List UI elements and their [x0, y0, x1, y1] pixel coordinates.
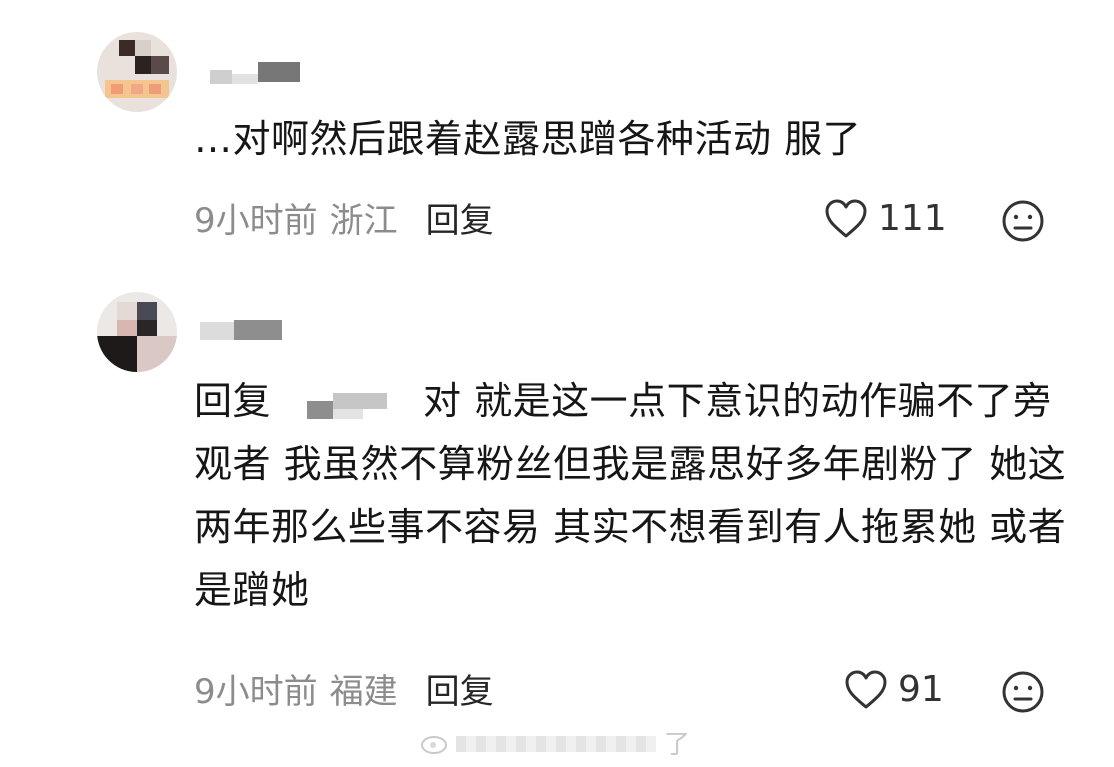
user-avatar[interactable] [97, 32, 177, 112]
user-avatar[interactable] [97, 292, 177, 372]
like-button[interactable]: 91 [844, 669, 944, 710]
comment-item: 回复对 就是这一点下意识的动作骗不了旁观者 我虽然不算粉丝但我是露思好多年剧粉了… [0, 280, 1114, 730]
reply-button[interactable]: 回复 [426, 672, 494, 712]
reply-button[interactable]: 回复 [426, 201, 494, 241]
heart-icon [845, 670, 887, 708]
replied-user-redacted[interactable] [307, 389, 388, 419]
watermark: 了 [420, 728, 690, 760]
comment-meta: 9小时前 福建 回复 [194, 672, 494, 712]
username-redacted[interactable] [210, 58, 300, 88]
comment-time: 9小时前 [194, 672, 318, 712]
watermark-text: 了 [664, 730, 691, 760]
comment-text: 回复对 就是这一点下意识的动作骗不了旁观者 我虽然不算粉丝但我是露思好多年剧粉了… [194, 370, 1074, 622]
comment-location: 浙江 [329, 201, 398, 241]
like-count: 91 [898, 669, 944, 710]
heart-icon [825, 199, 867, 237]
frown-face-icon [1002, 671, 1044, 713]
weibo-logo-icon [421, 736, 447, 754]
username-redacted[interactable] [200, 318, 282, 344]
comment-item: …对啊然后跟着赵露思蹭各种活动 服了 9小时前 浙江 回复 111 [0, 0, 1114, 280]
dislike-button[interactable] [1001, 670, 1045, 718]
comment-text: …对啊然后跟着赵露思蹭各种活动 服了 [194, 117, 862, 161]
comment-location: 福建 [329, 672, 398, 712]
frown-face-icon [1002, 200, 1044, 242]
reply-prefix: 回复 [194, 379, 272, 423]
comment-meta: 9小时前 浙江 回复 [194, 201, 494, 241]
comment-time: 9小时前 [194, 201, 318, 241]
like-count: 111 [878, 198, 947, 239]
dislike-button[interactable] [1001, 199, 1045, 247]
like-button[interactable]: 111 [824, 198, 947, 239]
